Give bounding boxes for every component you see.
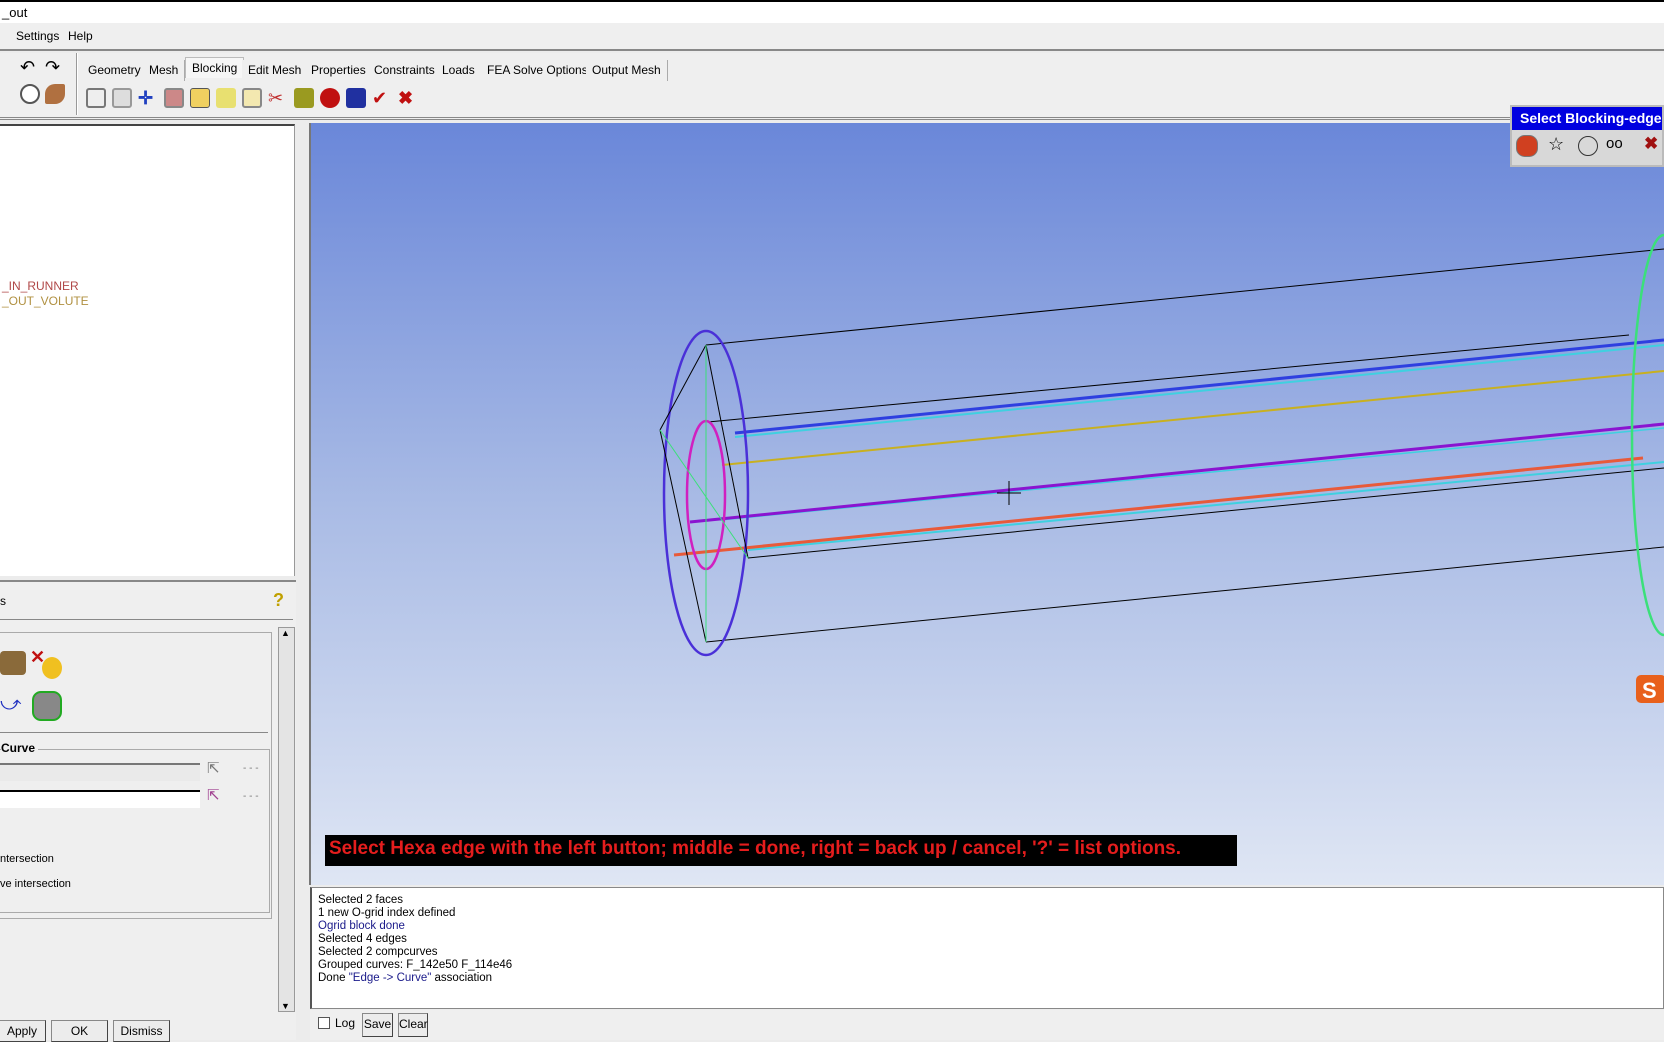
popup-title: Select Blocking-edge	[1512, 107, 1662, 130]
block-edge	[659, 429, 707, 643]
log-line: 1 new O-grid index defined	[318, 907, 456, 919]
block-edge	[705, 248, 1664, 346]
clear-button[interactable]: Clear	[398, 1013, 428, 1037]
block-edge	[705, 546, 1664, 643]
status-prompt: Select Hexa edge with the left button; m…	[325, 835, 1237, 866]
cyan-edge	[734, 344, 1664, 438]
purple-edge	[689, 422, 1664, 524]
log-text: Done	[318, 972, 349, 984]
log-controls: Log Save Clear	[310, 1010, 1664, 1040]
block-edge	[707, 334, 1630, 423]
select-icon[interactable]	[1516, 135, 1538, 157]
yellow-edge	[721, 370, 1664, 466]
star-icon[interactable]: ☆	[1548, 134, 1564, 155]
log-line: Done "Edge -> Curve" association	[318, 972, 1657, 985]
message-log: Selected 2 faces 1 new O-grid index defi…	[310, 887, 1664, 1009]
log-text: association	[431, 972, 493, 984]
circle-icon[interactable]	[1578, 136, 1598, 156]
log-line: Selected 2 faces	[318, 894, 404, 906]
green-diagonal	[659, 429, 749, 559]
save-button[interactable]: Save	[362, 1013, 393, 1037]
log-checkbox[interactable]	[318, 1017, 330, 1029]
blocking-geometry: S	[659, 233, 1664, 703]
log-quote: "Edge -> Curve"	[348, 972, 432, 984]
glasses-icon[interactable]: oo	[1606, 135, 1623, 152]
block-edge	[747, 467, 1664, 559]
log-line: Ogrid block done	[318, 920, 405, 932]
select-blocking-edge-toolbar: Select Blocking-edge ☆ oo ✖	[1510, 105, 1664, 167]
blue-edge	[734, 338, 1664, 435]
cancel-icon[interactable]: ✖	[1644, 134, 1658, 154]
log-line: Grouped curves: F_142e50 F_114e46	[318, 959, 513, 971]
red-edge	[673, 456, 1644, 557]
outlet-circle	[1630, 233, 1664, 637]
block-edge	[705, 344, 749, 559]
log-line: Selected 4 edges	[318, 933, 407, 945]
cyan-edge	[747, 461, 1664, 551]
log-line: Selected 2 compcurves	[318, 946, 438, 958]
svg-text:S: S	[1642, 678, 1657, 703]
log-label: Log	[335, 1016, 356, 1030]
